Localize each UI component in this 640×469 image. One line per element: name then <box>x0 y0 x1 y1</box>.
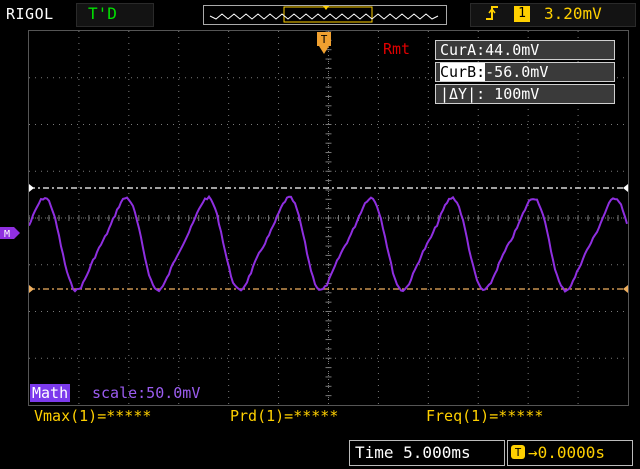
math-marker-label: M <box>4 229 10 240</box>
remote-indicator: Rmt <box>383 40 411 58</box>
measurement-period: Prd(1)=***** <box>230 407 339 425</box>
brand-logo: RIGOL <box>6 5 54 23</box>
run-status: T'D <box>88 4 117 23</box>
trigger-offset-readout: →0.0000s <box>528 443 606 462</box>
cursor-delta-readout: |ΔY|: 100mV <box>435 84 615 104</box>
math-label: Math <box>30 384 71 402</box>
cursor-b-left-arrow <box>29 285 34 293</box>
cursor-a-left-arrow <box>29 184 34 192</box>
cursor-b-readout: CurB:-56.0mV <box>435 62 615 82</box>
memory-depth-bar <box>203 5 447 25</box>
timebase-readout: Time 5.000ms <box>355 443 471 462</box>
rising-edge-icon <box>484 4 500 26</box>
measurement-vmax: Vmax(1)=***** <box>34 407 152 425</box>
math-scale: scale:50.0mV <box>92 384 201 402</box>
cursor-b-label: CurB: <box>440 63 486 81</box>
cursor-b-right-arrow <box>623 285 628 293</box>
trigger-channel-badge: 1 <box>514 6 530 22</box>
measurement-frequency: Freq(1)=***** <box>426 407 544 425</box>
cursor-a-right-arrow <box>623 184 628 192</box>
trigger-level: 3.20mV <box>544 4 602 23</box>
trigger-position-marker: T <box>316 30 332 60</box>
math-channel-marker: M <box>0 225 20 245</box>
trigger-marker-label: T <box>321 33 328 46</box>
cursor-b-value: -56.0mV <box>485 63 549 81</box>
trigger-offset-icon: T <box>511 444 527 464</box>
cursor-a-readout: CurA:44.0mV <box>435 40 615 60</box>
memory-waveform-preview <box>209 6 439 23</box>
offset-marker-label: T <box>515 446 522 459</box>
